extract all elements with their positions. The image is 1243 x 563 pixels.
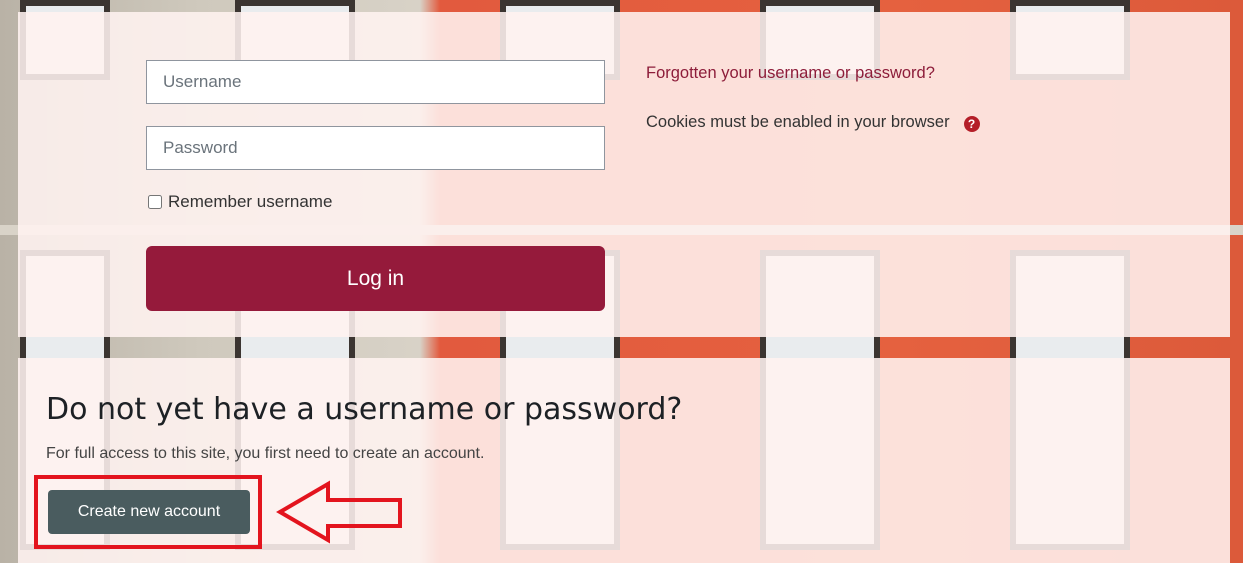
signup-description: For full access to this site, you first … (46, 445, 485, 462)
remember-username[interactable]: Remember username (148, 192, 332, 212)
username-input[interactable] (146, 60, 605, 104)
login-button[interactable]: Log in (146, 246, 605, 311)
left-arrow-outline-icon (276, 480, 402, 544)
cookies-notice: Cookies must be enabled in your browser … (646, 112, 980, 132)
question-circle-icon[interactable]: ? (963, 116, 980, 132)
create-account-button[interactable]: Create new account (48, 490, 250, 534)
forgot-password-link[interactable]: Forgotten your username or password? (646, 64, 935, 83)
login-page: Remember username Log in Forgotten your … (0, 0, 1243, 563)
signup-title: Do not yet have a username or password? (46, 392, 683, 427)
remember-username-checkbox[interactable] (148, 195, 162, 209)
password-input[interactable] (146, 126, 605, 170)
remember-username-label: Remember username (168, 192, 333, 211)
cookies-notice-text: Cookies must be enabled in your browser (646, 112, 950, 131)
